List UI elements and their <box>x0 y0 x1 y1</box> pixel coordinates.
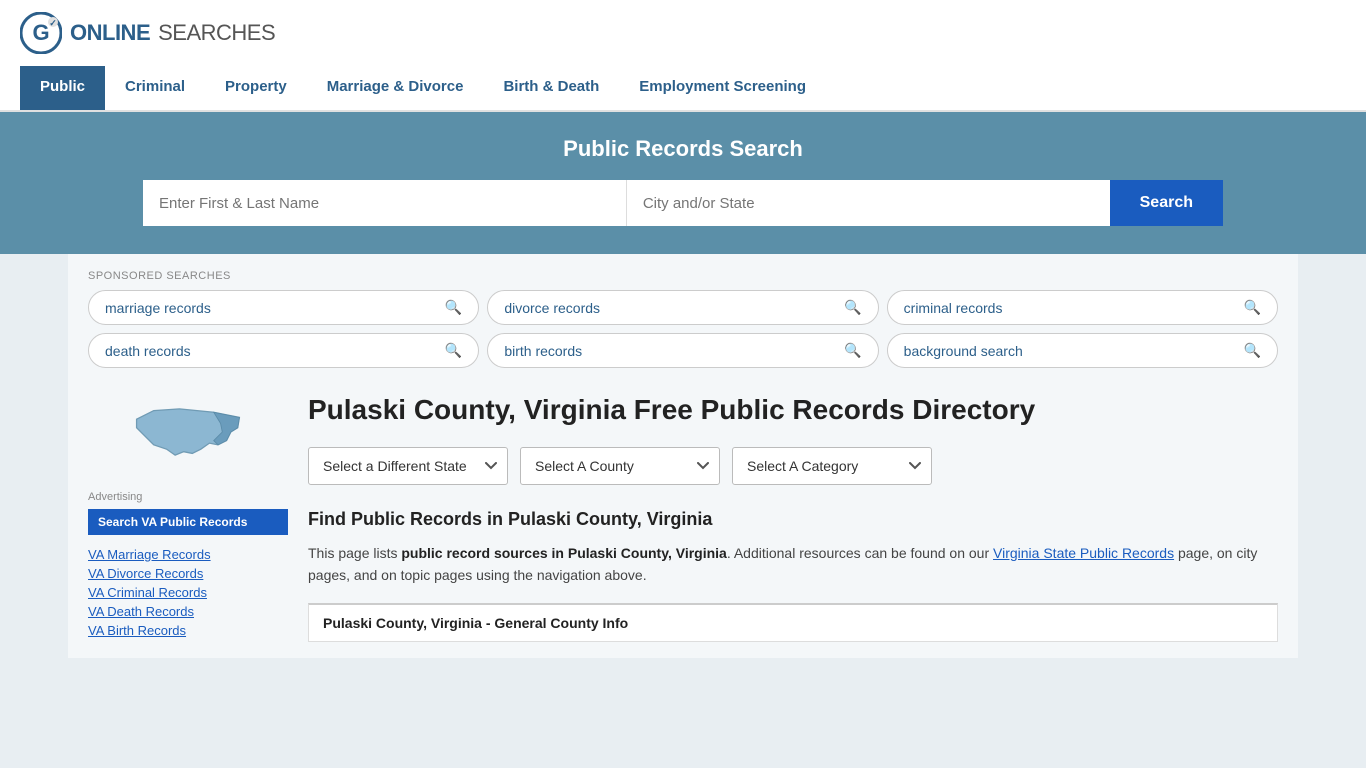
category-dropdown[interactable]: Select A Category <box>732 447 932 485</box>
sponsored-pill-death[interactable]: death records 🔍 <box>88 333 479 368</box>
svg-text:G: G <box>32 20 49 45</box>
sponsored-pill-background[interactable]: background search 🔍 <box>887 333 1278 368</box>
sidebar-link-4[interactable]: VA Birth Records <box>88 623 288 638</box>
advertising-label: Advertising <box>88 491 288 503</box>
general-info-bar: Pulaski County, Virginia - General Count… <box>308 603 1278 642</box>
nav-item-criminal[interactable]: Criminal <box>105 66 205 110</box>
nav-item-birth-death[interactable]: Birth & Death <box>483 66 619 110</box>
sidebar-ad-button[interactable]: Search VA Public Records <box>88 509 288 535</box>
location-input[interactable] <box>627 180 1110 226</box>
nav-item-property[interactable]: Property <box>205 66 307 110</box>
sponsored-pill-criminal-label: criminal records <box>904 300 1003 316</box>
sponsored-pill-divorce-label: divorce records <box>504 300 600 316</box>
sponsored-grid: marriage records 🔍 divorce records 🔍 cri… <box>88 290 1278 368</box>
sponsored-pill-background-label: background search <box>904 343 1023 359</box>
sponsored-pill-death-label: death records <box>105 343 191 359</box>
sidebar-link-1[interactable]: VA Divorce Records <box>88 566 288 581</box>
nav: Public Criminal Property Marriage & Divo… <box>0 66 1366 112</box>
nav-item-marriage-divorce[interactable]: Marriage & Divorce <box>307 66 484 110</box>
page-title: Pulaski County, Virginia Free Public Rec… <box>308 392 1278 427</box>
search-icon-birth: 🔍 <box>844 342 861 359</box>
content-layout: Advertising Search VA Public Records VA … <box>88 392 1278 642</box>
logo-icon: G ✓ <box>20 12 62 54</box>
logo-text-searches: SEARCHES <box>158 20 275 46</box>
sidebar-link-3[interactable]: VA Death Records <box>88 604 288 619</box>
sponsored-pill-birth-label: birth records <box>504 343 582 359</box>
search-icon-criminal: 🔍 <box>1244 299 1261 316</box>
description-text: This page lists public record sources in… <box>308 542 1278 587</box>
hero-title: Public Records Search <box>20 136 1346 162</box>
search-bar: Search <box>143 180 1223 226</box>
logo-text-online: ONLINE <box>70 20 150 46</box>
sponsored-label: SPONSORED SEARCHES <box>88 270 1278 282</box>
search-icon-background: 🔍 <box>1244 342 1261 359</box>
description-part1: This page lists <box>308 545 401 561</box>
state-image-container <box>88 392 288 475</box>
nav-item-public[interactable]: Public <box>20 66 105 110</box>
search-icon-divorce: 🔍 <box>844 299 861 316</box>
description-bold: public record sources in Pulaski County,… <box>401 545 726 561</box>
sidebar-link-2[interactable]: VA Criminal Records <box>88 585 288 600</box>
main-container: SPONSORED SEARCHES marriage records 🔍 di… <box>68 254 1298 658</box>
header: G ✓ ONLINE SEARCHES <box>0 0 1366 66</box>
general-info-label: Pulaski County, Virginia - General Count… <box>323 615 628 631</box>
main-body: Pulaski County, Virginia Free Public Rec… <box>308 392 1278 642</box>
sidebar: Advertising Search VA Public Records VA … <box>88 392 288 642</box>
description-part2: . Additional resources can be found on o… <box>727 545 993 561</box>
sponsored-section: SPONSORED SEARCHES marriage records 🔍 di… <box>88 270 1278 368</box>
sponsored-pill-criminal[interactable]: criminal records 🔍 <box>887 290 1278 325</box>
virginia-map-icon <box>128 392 248 472</box>
search-button[interactable]: Search <box>1110 180 1223 226</box>
county-dropdown[interactable]: Select A County <box>520 447 720 485</box>
name-input[interactable] <box>143 180 627 226</box>
sidebar-link-0[interactable]: VA Marriage Records <box>88 547 288 562</box>
svg-text:✓: ✓ <box>49 18 57 28</box>
description-link[interactable]: Virginia State Public Records <box>993 545 1174 561</box>
sponsored-pill-marriage[interactable]: marriage records 🔍 <box>88 290 479 325</box>
sponsored-pill-marriage-label: marriage records <box>105 300 211 316</box>
nav-item-employment[interactable]: Employment Screening <box>619 66 826 110</box>
search-icon-death: 🔍 <box>445 342 462 359</box>
hero-banner: Public Records Search Search <box>0 112 1366 254</box>
state-dropdown[interactable]: Select a Different State <box>308 447 508 485</box>
dropdowns-row: Select a Different State Select A County… <box>308 447 1278 485</box>
find-records-title: Find Public Records in Pulaski County, V… <box>308 509 1278 530</box>
sponsored-pill-divorce[interactable]: divorce records 🔍 <box>487 290 878 325</box>
logo: G ✓ ONLINE SEARCHES <box>20 12 275 54</box>
search-icon-marriage: 🔍 <box>445 299 462 316</box>
sponsored-pill-birth[interactable]: birth records 🔍 <box>487 333 878 368</box>
